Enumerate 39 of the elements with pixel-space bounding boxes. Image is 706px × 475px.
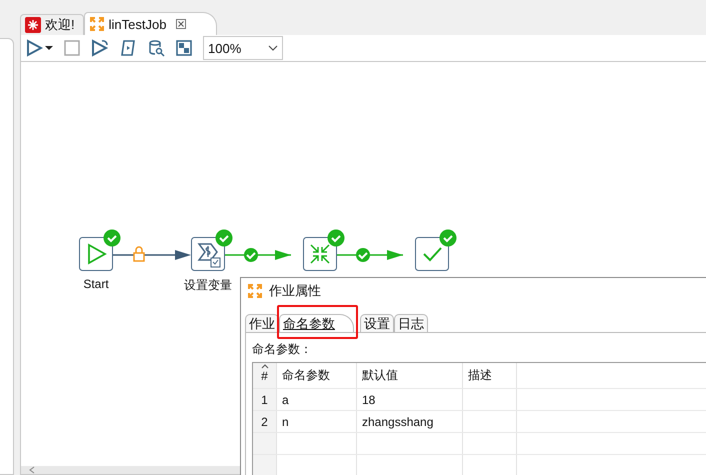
- node-label: 设置变量: [184, 277, 232, 294]
- grid-icon[interactable]: [175, 39, 193, 57]
- run-icon[interactable]: [25, 39, 43, 57]
- script-icon[interactable]: [119, 39, 137, 57]
- start-node[interactable]: [79, 237, 113, 271]
- scroll-left-icon[interactable]: [29, 466, 35, 474]
- table-cell: a: [277, 389, 357, 410]
- section-label: 命名参数：: [252, 341, 313, 358]
- table-cell: 2: [253, 411, 277, 432]
- column-header[interactable]: 命名参数: [277, 363, 357, 388]
- set-variables-node[interactable]: [191, 237, 225, 271]
- column-header[interactable]: 默认值: [357, 363, 463, 388]
- column-header[interactable]: 描述: [463, 363, 517, 388]
- properties-tab[interactable]: 作业: [245, 314, 279, 332]
- close-icon[interactable]: [176, 19, 186, 29]
- database-search-icon[interactable]: [147, 39, 165, 57]
- editor-tab[interactable]: 欢迎!: [20, 14, 84, 35]
- sort-icon: [261, 364, 269, 369]
- debug-run-icon[interactable]: [91, 39, 109, 57]
- table-cell: 18: [357, 389, 463, 410]
- caret-icon[interactable]: [45, 44, 53, 52]
- table-cell: n: [277, 411, 357, 432]
- properties-tab[interactable]: 日志: [394, 314, 428, 332]
- zoom-dropdown[interactable]: 100%: [203, 36, 283, 60]
- properties-tab[interactable]: 命名参数: [279, 314, 354, 332]
- dialog-title: 作业属性: [269, 282, 321, 300]
- table-cell: 1: [253, 389, 277, 410]
- node-label: Start: [83, 277, 109, 291]
- job-icon: [88, 16, 105, 32]
- chevron-down-icon: [268, 45, 278, 51]
- merge-node[interactable]: [303, 237, 337, 271]
- horizontal-scrollbar[interactable]: [21, 466, 243, 474]
- job-icon: [247, 283, 263, 299]
- editor-tab[interactable]: linTestJob: [84, 12, 218, 35]
- success-node[interactable]: [415, 237, 449, 271]
- welcome-icon: [25, 17, 41, 33]
- table-cell: zhangsshang: [357, 411, 463, 432]
- properties-tab[interactable]: 设置: [360, 314, 394, 332]
- column-header[interactable]: #: [253, 363, 277, 388]
